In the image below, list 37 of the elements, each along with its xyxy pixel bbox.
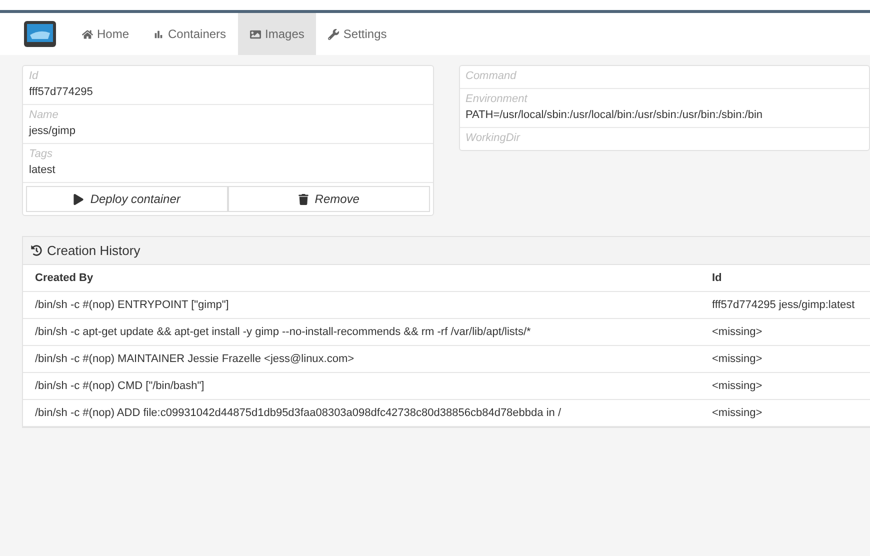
play-icon: [73, 194, 84, 204]
field-value: latest: [29, 163, 56, 178]
remove-button[interactable]: Remove: [228, 186, 430, 212]
field-label: Name: [29, 108, 60, 123]
field-value: fff57d774295: [29, 85, 94, 100]
field-label: Command: [466, 69, 518, 84]
table-cell-text: /bin/sh -c apt-get update && apt-get install -y gimp --no-install-recommends && rm -rf /var/lib/apt/lists/*: [34, 326, 532, 338]
field-value: jess/gimp: [29, 124, 76, 139]
home-icon: [82, 28, 93, 40]
wrench-icon: [328, 28, 340, 40]
field-label: Tags: [29, 147, 54, 162]
table-cell-text: /bin/sh -c #(nop) CMD ["/bin/bash"]: [34, 380, 206, 392]
field-label: Environment: [466, 92, 529, 107]
column-header: Created By: [34, 272, 94, 284]
table-cell-text: <missing>: [711, 353, 764, 365]
table-cell-text: /bin/sh -c #(nop) ENTRYPOINT ["gimp"]: [34, 299, 230, 311]
nav-tab[interactable]: Home: [70, 13, 142, 55]
table-cell-text: /bin/sh -c #(nop) ADD file:c09931042d44875d1db95d3faa08303a098dfc42738c80d38856cb84d78ebbda in /: [34, 407, 562, 419]
deploy-button[interactable]: Deploy container: [26, 186, 228, 212]
column-header: Id: [711, 272, 723, 284]
logo-icon: [24, 21, 56, 47]
trash-icon: [298, 194, 309, 204]
field-label: Id: [29, 69, 40, 84]
field-label: WorkingDir: [466, 131, 522, 146]
table-cell-text: fff57d774295 jess/gimp:latest: [711, 299, 856, 311]
image-icon: [250, 28, 262, 40]
panel-title: Creation History: [47, 243, 140, 258]
nav-tab[interactable]: Images: [238, 13, 316, 55]
field-value: PATH=/usr/local/sbin:/usr/local/bin:/usr/sbin:/usr/bin:/sbin:/bin: [466, 108, 764, 123]
nav-tab[interactable]: Containers: [141, 13, 238, 55]
table-cell-text: <missing>: [711, 407, 764, 419]
table-cell-text: /bin/sh -c #(nop) MAINTAINER Jessie Frazelle <jess@linux.com>: [34, 353, 356, 365]
table-cell-text: <missing>: [711, 326, 764, 338]
nav-tab[interactable]: Settings: [316, 13, 399, 55]
history-icon: [31, 245, 42, 256]
bar-chart-icon: [153, 28, 164, 40]
table-cell-text: <missing>: [711, 380, 764, 392]
